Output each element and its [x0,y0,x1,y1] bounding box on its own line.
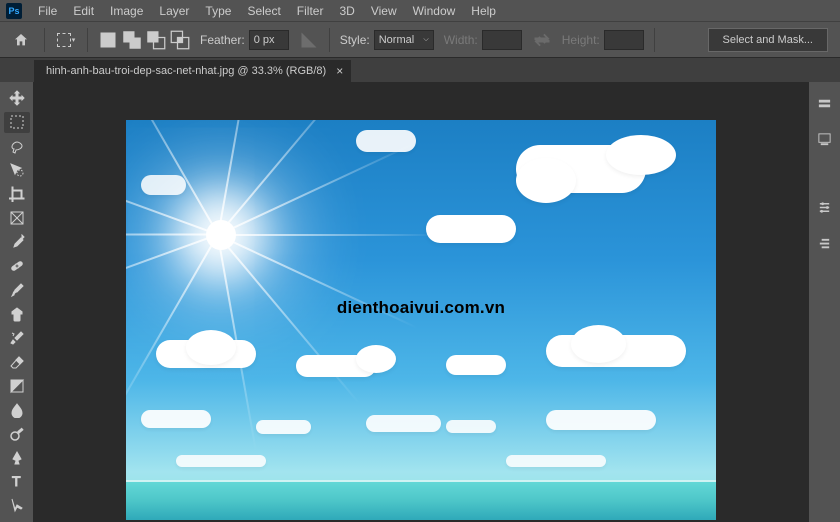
select-and-mask-button[interactable]: Select and Mask... [708,28,829,52]
style-select[interactable]: Normal⌵ [374,30,434,50]
svg-text:T: T [12,473,21,489]
crop-tool[interactable] [4,184,30,205]
tools-panel: T [0,82,34,522]
document-tabbar: hinh-anh-bau-troi-dep-sac-net-nhat.jpg @… [0,58,840,82]
menu-help[interactable]: Help [463,2,504,20]
width-input [482,30,522,50]
history-brush-tool[interactable] [4,327,30,348]
menu-filter[interactable]: Filter [289,2,332,20]
lasso-tool[interactable] [4,136,30,157]
menu-edit[interactable]: Edit [65,2,102,20]
home-button[interactable] [8,27,34,53]
divider [654,28,655,52]
menubar: Ps File Edit Image Layer Type Select Fil… [0,0,840,22]
add-selection-icon[interactable] [122,30,142,50]
document-canvas[interactable]: dienthoaivui.com.vn [126,120,716,520]
marquee-tool[interactable] [4,112,30,133]
menu-select[interactable]: Select [239,2,288,20]
divider [329,28,330,52]
divider [87,28,88,52]
new-selection-icon[interactable] [98,30,118,50]
menu-file[interactable]: File [30,2,65,20]
current-tool-indicator[interactable]: ▾ [55,29,77,51]
height-label: Height: [562,33,600,47]
document-tab[interactable]: hinh-anh-bau-troi-dep-sac-net-nhat.jpg @… [34,60,351,82]
width-label: Width: [444,33,478,47]
feather-input[interactable] [249,30,289,50]
watermark-text: dienthoaivui.com.vn [337,298,505,318]
close-icon[interactable]: × [336,64,343,78]
dodge-tool[interactable] [4,423,30,444]
clone-stamp-tool[interactable] [4,303,30,324]
style-label: Style: [340,33,370,47]
pen-tool[interactable] [4,447,30,468]
height-input [604,30,644,50]
menu-view[interactable]: View [363,2,405,20]
ps-logo: Ps [6,3,22,19]
anti-alias-icon[interactable] [299,30,319,50]
menu-window[interactable]: Window [405,2,464,20]
right-panel-strip [808,82,840,522]
eraser-tool[interactable] [4,351,30,372]
healing-brush-tool[interactable] [4,256,30,277]
menu-image[interactable]: Image [102,2,151,20]
intersect-selection-icon[interactable] [170,30,190,50]
blur-tool[interactable] [4,399,30,420]
swatches-panel-icon[interactable] [814,128,836,150]
frame-tool[interactable] [4,208,30,229]
eyedropper-tool[interactable] [4,232,30,253]
menu-layer[interactable]: Layer [151,2,197,20]
document-tab-title: hinh-anh-bau-troi-dep-sac-net-nhat.jpg @… [46,65,326,77]
layers-panel-icon[interactable] [814,232,836,254]
selection-mode-group [98,30,190,50]
divider [44,28,45,52]
gradient-tool[interactable] [4,375,30,396]
menu-type[interactable]: Type [197,2,239,20]
subtract-selection-icon[interactable] [146,30,166,50]
path-selection-tool[interactable] [4,495,30,516]
brush-tool[interactable] [4,280,30,301]
options-bar: ▾ Feather: Style: Normal⌵ Width: Height:… [0,22,840,58]
color-panel-icon[interactable] [814,92,836,114]
swap-dimensions-icon [532,30,552,50]
canvas-area: dienthoaivui.com.vn [34,82,808,522]
feather-label: Feather: [200,33,245,47]
quick-selection-tool[interactable] [4,160,30,181]
adjustments-panel-icon[interactable] [814,196,836,218]
type-tool[interactable]: T [4,471,30,492]
menu-3d[interactable]: 3D [331,2,362,20]
move-tool[interactable] [4,88,30,109]
